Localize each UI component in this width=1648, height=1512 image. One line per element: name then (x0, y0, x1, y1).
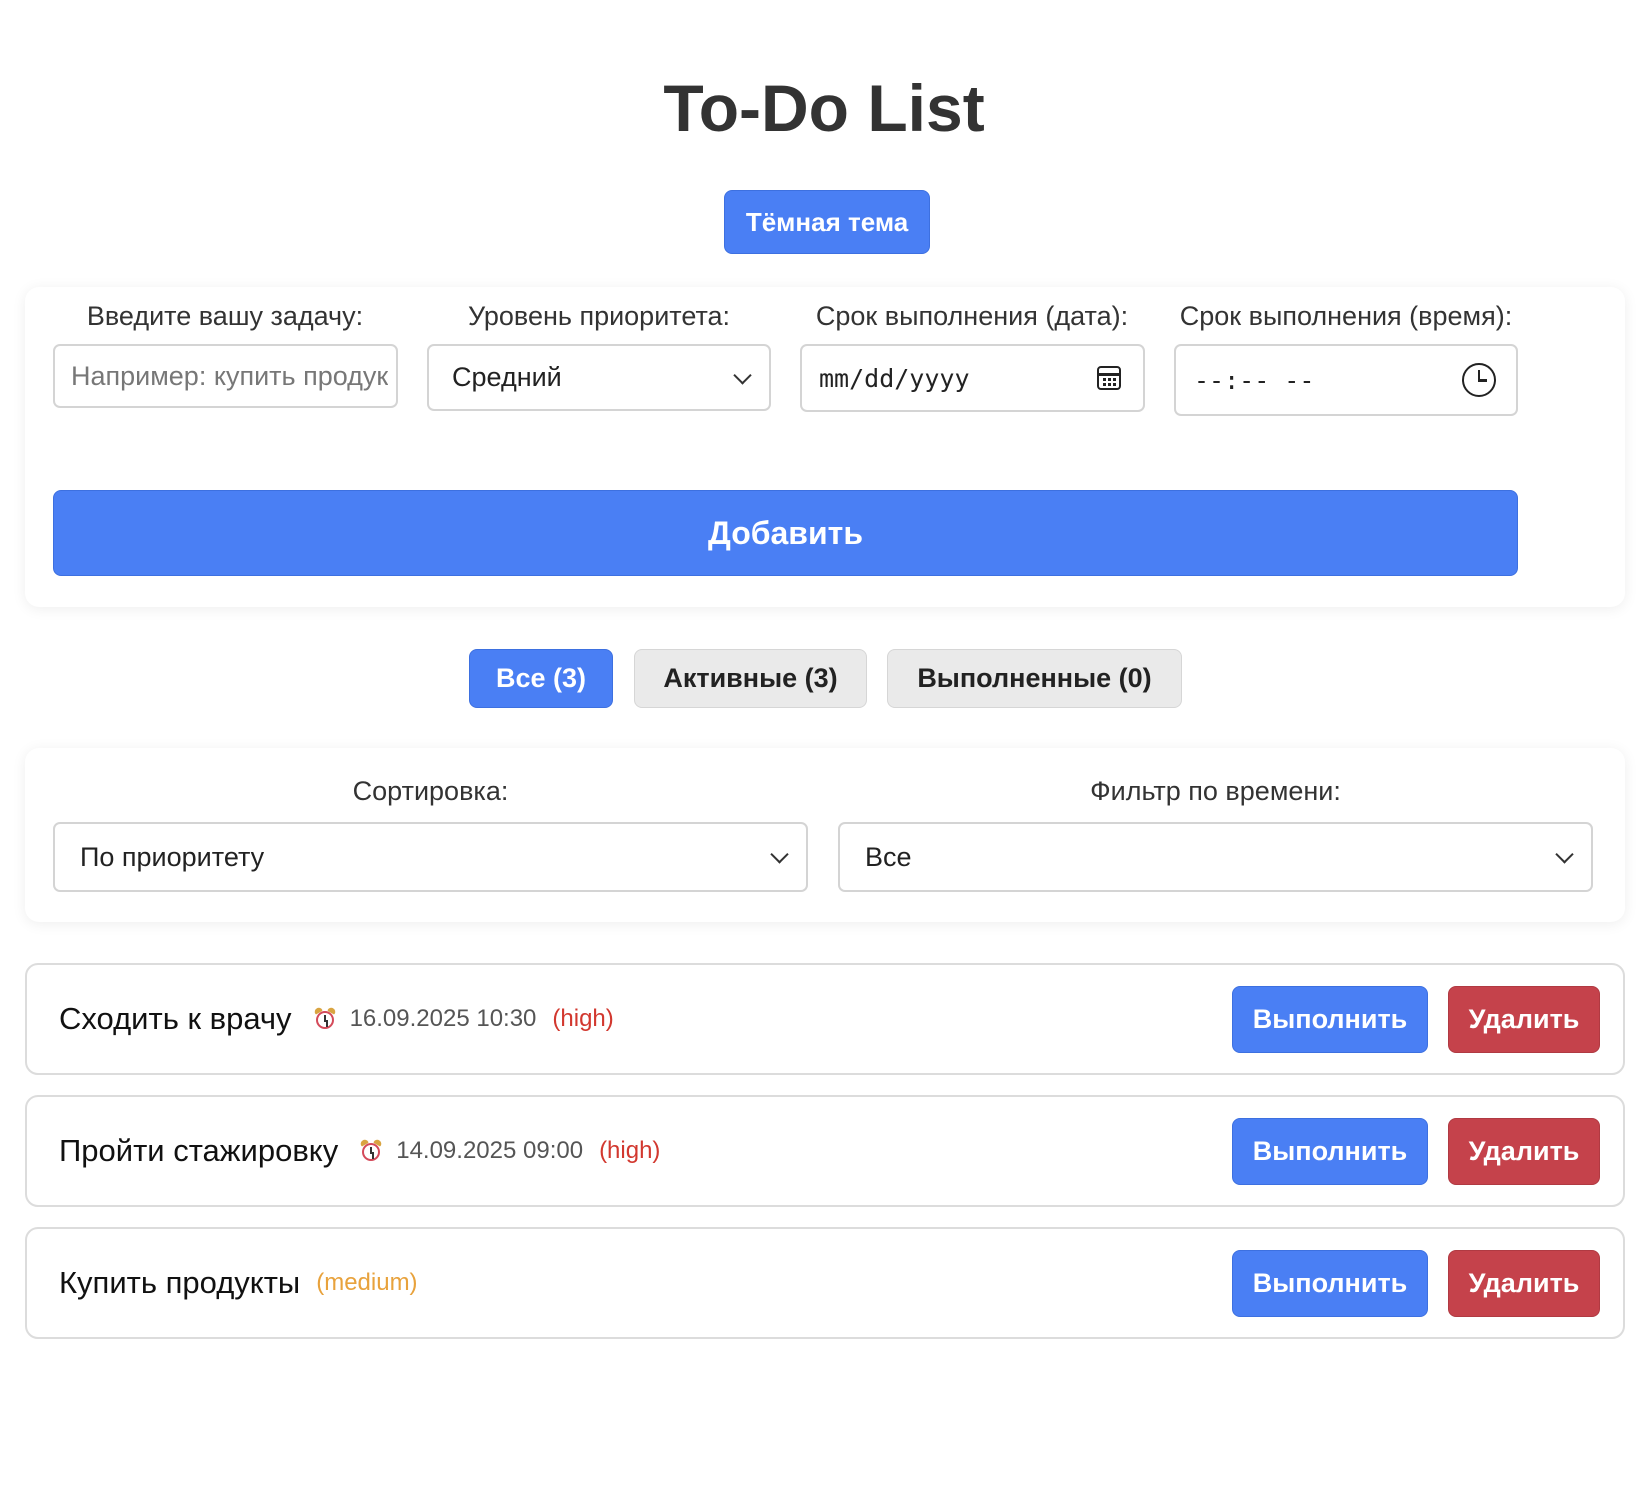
task-info: Купить продукты (medium) (59, 1265, 418, 1301)
priority-select-label: Уровень приоритета: (467, 301, 731, 331)
due-date-label: Срок выполнения (дата): (815, 301, 1129, 331)
chevron-down-icon (733, 365, 752, 385)
due-time-input[interactable]: --:-- -- (1174, 344, 1518, 416)
chevron-down-icon (770, 845, 789, 864)
clock-icon[interactable] (1462, 363, 1496, 397)
page-title: To-Do List (663, 71, 985, 145)
alarm-clock-icon (359, 1138, 383, 1162)
dark-theme-toggle-button[interactable]: Тёмная тема (724, 190, 930, 254)
sort-select[interactable]: По приоритету (53, 822, 808, 892)
priority-select-value: Средний (452, 362, 562, 392)
priority-select[interactable]: Средний (427, 344, 771, 411)
task-title: Пройти стажировку (59, 1133, 339, 1168)
task-priority: (medium) (316, 1269, 418, 1296)
complete-task-button[interactable]: Выполнить (1232, 986, 1428, 1053)
task-item: Сходить к врачу 16.09.2025 10:30 (high) … (25, 963, 1625, 1075)
task-info: Сходить к врачу 16.09.2025 10:30 (high) (59, 1001, 614, 1037)
due-date-input[interactable]: mm/dd/yyyy (800, 344, 1145, 412)
tab-completed[interactable]: Выполненные (0) (887, 649, 1182, 708)
due-time-value: --:-- -- (1194, 365, 1315, 395)
tab-active[interactable]: Активные (3) (634, 649, 867, 708)
add-task-button[interactable]: Добавить (53, 490, 1518, 576)
task-priority: (high) (599, 1137, 661, 1164)
sort-select-value: По приоритету (80, 841, 265, 872)
sort-label: Сортировка: (352, 776, 509, 806)
complete-task-button[interactable]: Выполнить (1232, 1250, 1428, 1317)
chevron-down-icon (1555, 845, 1574, 864)
task-input[interactable]: Например: купить продук (53, 344, 398, 408)
time-filter-select[interactable]: Все (838, 822, 1593, 892)
alarm-clock-icon (312, 1006, 337, 1030)
task-due-date: 14.09.2025 09:00 (396, 1137, 584, 1164)
task-priority: (high) (552, 1005, 614, 1032)
task-info: Пройти стажировку 14.09.2025 09:00 (high… (59, 1133, 660, 1169)
task-input-label: Введите вашу задачу: (86, 301, 364, 331)
tab-all[interactable]: Все (3) (469, 649, 613, 708)
task-input-placeholder: Например: купить продук (71, 360, 389, 391)
delete-task-button[interactable]: Удалить (1448, 986, 1600, 1053)
complete-task-button[interactable]: Выполнить (1232, 1118, 1428, 1185)
sort-filter-panel: Сортировка: По приоритету Фильтр по врем… (25, 748, 1625, 922)
time-filter-label: Фильтр по времени: (1090, 776, 1341, 806)
add-task-form: Введите вашу задачу: Например: купить пр… (25, 287, 1625, 607)
task-title: Купить продукты (59, 1265, 301, 1300)
time-filter-select-value: Все (865, 841, 912, 872)
delete-task-button[interactable]: Удалить (1448, 1118, 1600, 1185)
due-date-value: mm/dd/yyyy (819, 363, 970, 393)
task-item: Пройти стажировку 14.09.2025 09:00 (high… (25, 1095, 1625, 1207)
task-item: Купить продукты (medium) Выполнить Удали… (25, 1227, 1625, 1339)
task-title: Сходить к врачу (59, 1001, 292, 1036)
delete-task-button[interactable]: Удалить (1448, 1250, 1600, 1317)
due-time-label: Срок выполнения (время): (1179, 301, 1513, 331)
todo-page: To-Do List Тёмная тема Введите вашу зада… (0, 0, 1648, 1512)
calendar-icon[interactable] (1097, 366, 1121, 390)
task-due-date: 16.09.2025 10:30 (349, 1005, 537, 1032)
